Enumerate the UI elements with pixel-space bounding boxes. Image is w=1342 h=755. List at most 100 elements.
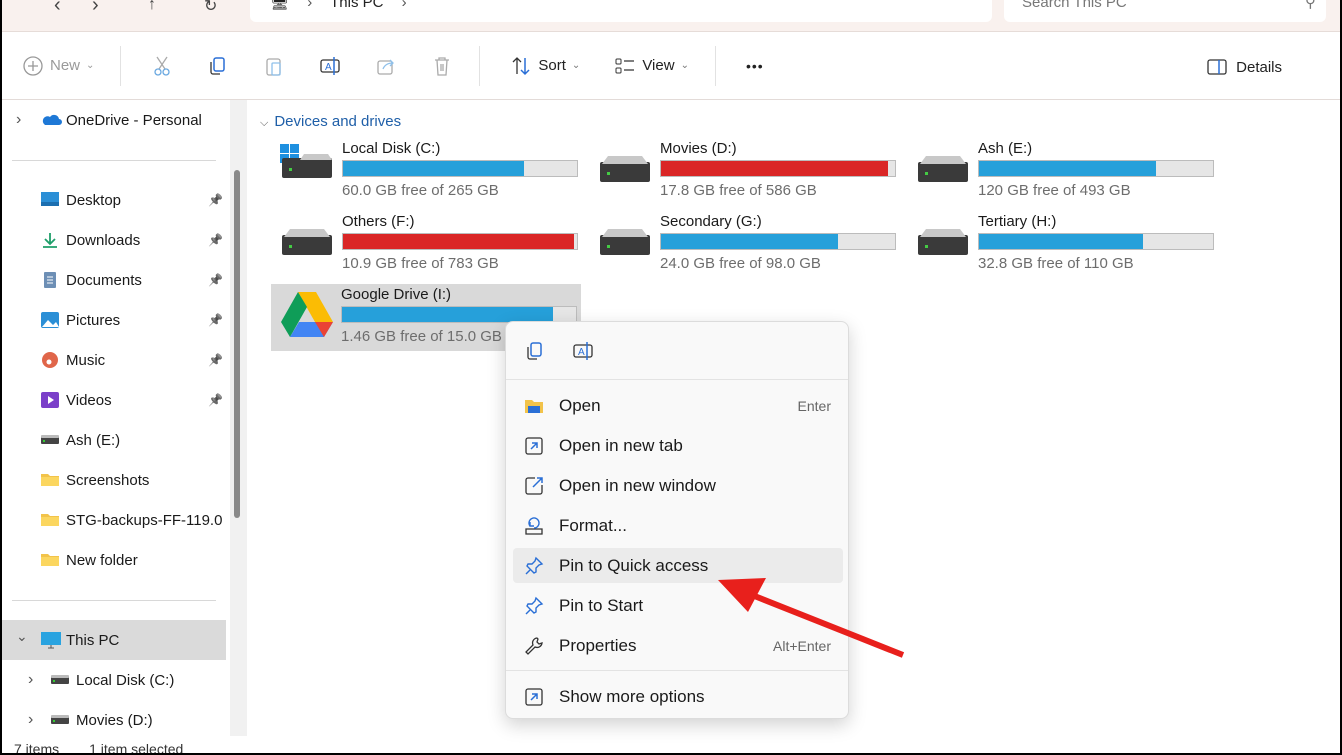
drive-usage-bar — [978, 160, 1214, 177]
more-options-icon — [523, 686, 545, 708]
sidebar-item[interactable]: Videos 📌 — [2, 380, 226, 420]
download-icon — [40, 231, 60, 249]
view-button[interactable]: View ⌄ — [614, 55, 689, 77]
sidebar-item[interactable]: Desktop 📌 — [2, 180, 226, 220]
divider — [479, 45, 481, 86]
search-input[interactable]: Search This PC ⚲ — [1004, 0, 1326, 22]
paste-button[interactable] — [263, 55, 285, 77]
share-button[interactable] — [375, 55, 397, 77]
rename-icon[interactable]: A — [572, 340, 594, 362]
context-menu-item[interactable]: Format... — [513, 508, 843, 543]
drive-icon — [40, 431, 60, 449]
drive-tile[interactable]: Movies (D:) 17.8 GB free of 586 GB — [590, 140, 900, 206]
sidebar-item-label: Movies (D:) — [76, 711, 153, 729]
hard-drive-icon — [280, 144, 334, 184]
ellipsis-icon: ••• — [745, 57, 764, 74]
folder-icon — [40, 511, 60, 529]
pin-icon: 📌 — [208, 193, 223, 207]
delete-button[interactable] — [431, 55, 453, 77]
chevron-right-icon: › — [307, 0, 313, 11]
drive-usage-fill — [661, 161, 888, 176]
divider — [714, 45, 716, 86]
drive-usage-bar — [660, 160, 896, 177]
sidebar-item[interactable]: › OneDrive - Personal — [2, 100, 226, 140]
new-button[interactable]: New ⌄ — [22, 55, 94, 77]
cut-button[interactable] — [151, 55, 173, 77]
drive-usage-fill — [342, 307, 554, 322]
sidebar-item-label: Pictures — [66, 311, 121, 329]
menu-item-label: Format... — [559, 515, 628, 535]
sidebar-item[interactable]: › Movies (D:) — [2, 700, 226, 740]
context-menu-item[interactable]: Show more options — [513, 679, 843, 714]
scissors-icon — [154, 56, 171, 76]
context-menu-item[interactable]: Open in new window — [513, 468, 843, 503]
sidebar-item[interactable]: Screenshots — [2, 460, 226, 500]
music-icon — [40, 351, 60, 369]
sidebar-item[interactable]: Pictures 📌 — [2, 300, 226, 340]
sidebar-item[interactable]: ⌄ This PC — [2, 620, 226, 660]
details-pane-button[interactable]: Details — [1206, 56, 1282, 78]
menu-item-label: Show more options — [559, 686, 705, 706]
sidebar-item-label: This PC — [66, 631, 120, 649]
up-button[interactable]: ↑ — [148, 0, 156, 14]
drive-tile[interactable]: Others (F:) 10.9 GB free of 783 GB — [272, 213, 582, 279]
rename-button[interactable]: A — [319, 55, 341, 77]
drive-usage-fill — [343, 234, 574, 249]
menu-item-label: Open in new window — [559, 475, 716, 495]
breadcrumb-this-pc[interactable]: This PC — [330, 0, 383, 11]
context-menu-item[interactable]: Open in new tab — [513, 428, 843, 463]
refresh-button[interactable]: ↻ — [204, 0, 217, 16]
drive-tile[interactable]: Secondary (G:) 24.0 GB free of 98.0 GB — [590, 213, 900, 279]
sidebar-item[interactable]: Downloads 📌 — [2, 220, 226, 260]
address-bar[interactable]: 🖥 › This PC › — [250, 0, 992, 22]
drive-usage-fill — [979, 161, 1157, 176]
sidebar-item-label: Local Disk (C:) — [76, 671, 175, 689]
sidebar-scrollbar-thumb[interactable] — [234, 170, 240, 518]
drive-tile[interactable]: Ash (E:) 120 GB free of 493 GB — [908, 140, 1218, 206]
file-explorer-window: ‹ › ↑ ↻ 🖥 › This PC › Search This PC ⚲ N… — [2, 0, 1340, 753]
drive-usage-fill — [343, 161, 525, 176]
context-menu-item[interactable]: Properties Alt+Enter — [513, 628, 843, 663]
divider — [120, 45, 122, 86]
copy-icon[interactable] — [524, 340, 546, 362]
sidebar-item[interactable]: New folder — [2, 540, 226, 580]
chevron-right-icon[interactable]: › — [16, 111, 21, 129]
videos-icon — [40, 391, 60, 409]
sidebar-item[interactable]: Documents 📌 — [2, 260, 226, 300]
sort-button[interactable]: Sort ⌄ — [510, 55, 580, 77]
drive-tile[interactable]: Tertiary (H:) 32.8 GB free of 110 GB — [908, 213, 1218, 279]
drive-name: Secondary (G:) — [660, 213, 762, 230]
sidebar-item-label: Downloads — [66, 231, 141, 249]
pin-icon: 📌 — [208, 233, 223, 247]
copy-button[interactable] — [207, 55, 229, 77]
chevron-down-icon: ⌵ — [260, 117, 269, 129]
hard-drive-icon — [598, 227, 652, 257]
drive-tile[interactable]: Local Disk (C:) 60.0 GB free of 265 GB — [272, 140, 582, 206]
more-options-button[interactable]: ••• — [746, 58, 764, 74]
sidebar-item[interactable]: STG-backups-FF-119.0 — [2, 500, 226, 540]
context-menu-quick-actions: A — [506, 322, 848, 380]
drive-usage-bar — [978, 233, 1214, 250]
context-menu: A Open Enter Open in new tab Open in new wi… — [505, 321, 849, 719]
hard-drive-icon — [280, 227, 334, 257]
sidebar-item[interactable]: Music 📌 — [2, 340, 226, 380]
sidebar-item[interactable]: › Local Disk (C:) — [2, 660, 226, 700]
chevron-right-icon[interactable]: › — [28, 711, 33, 729]
chevron-down-icon[interactable]: ⌄ — [16, 628, 28, 645]
command-bar: New ⌄ A Sort ⌄ View ⌄ ••• Details — [2, 32, 1340, 100]
hard-drive-icon — [916, 227, 970, 257]
context-menu-item[interactable]: Pin to Quick access — [513, 548, 843, 583]
group-header-devices-and-drives[interactable]: ⌵ Devices and drives — [260, 113, 401, 130]
sidebar-item[interactable]: Ash (E:) — [2, 420, 226, 460]
drive-usage-fill — [979, 234, 1144, 249]
chevron-right-icon[interactable]: › — [28, 671, 33, 689]
back-button[interactable]: ‹ — [54, 0, 61, 17]
sidebar-item-label: OneDrive - Personal — [66, 111, 202, 129]
forward-button[interactable]: › — [92, 0, 99, 17]
drive-free-space: 10.9 GB free of 783 GB — [342, 255, 499, 272]
clipboard-icon — [266, 57, 282, 76]
pin-icon: 📌 — [208, 353, 223, 367]
context-menu-item[interactable]: Open Enter — [513, 388, 843, 423]
context-menu-item[interactable]: Pin to Start — [513, 588, 843, 623]
navigation-pane: › OneDrive - Personal Desktop 📌 Downloads 📌 Do… — [2, 100, 230, 736]
